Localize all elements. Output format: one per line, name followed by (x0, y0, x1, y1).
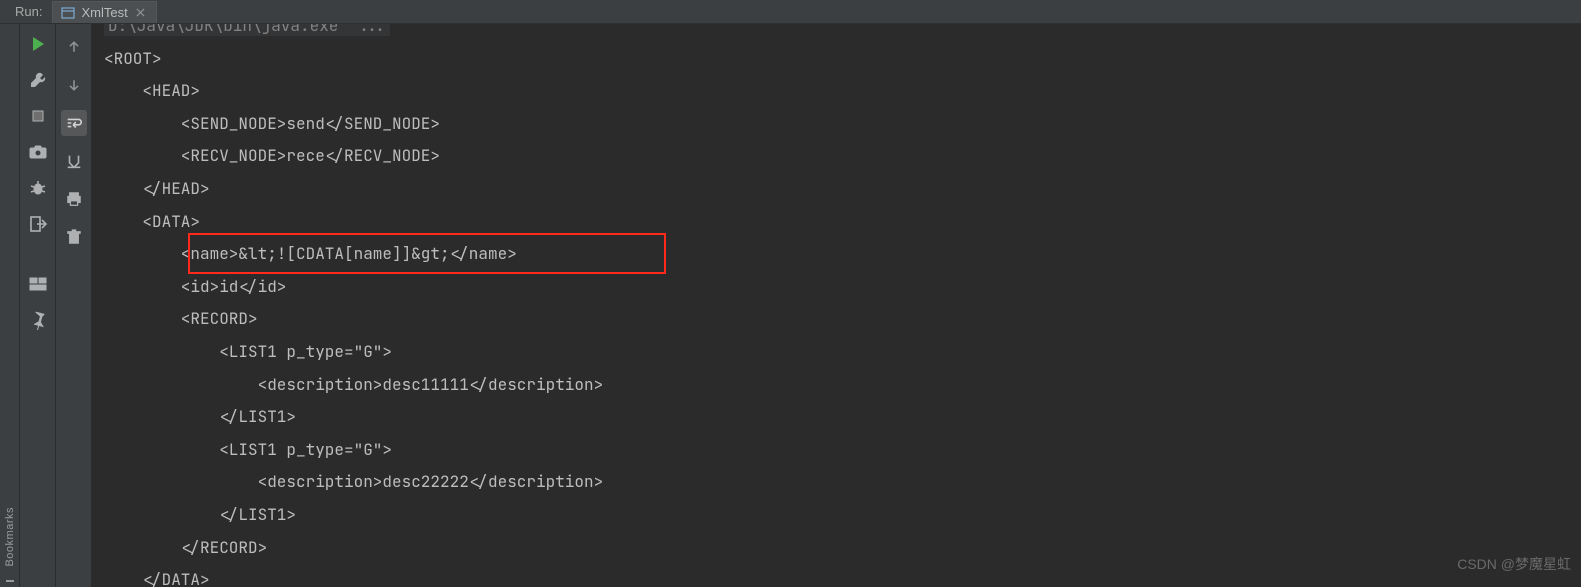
console-line: <RECV_NODE>rece</RECV_NODE> (104, 140, 1581, 173)
console-line: <id>id</id> (104, 271, 1581, 304)
console-line: <HEAD> (104, 75, 1581, 108)
bookmarks-label: Bookmarks (4, 507, 16, 567)
exit-icon[interactable] (28, 214, 48, 234)
console-line: <description>desc11111</description> (104, 369, 1581, 402)
console-line: </DATA> (104, 564, 1581, 587)
console-line: <LIST1 p_type="G"> (104, 336, 1581, 369)
stop-icon[interactable] (28, 106, 48, 126)
run-toolbar-primary (20, 24, 56, 587)
run-toolbar-secondary (56, 24, 92, 587)
console-line: </HEAD> (104, 173, 1581, 206)
run-label: Run: (0, 0, 52, 23)
console-line: </LIST1> (104, 499, 1581, 532)
watermark: CSDN @梦魔星虹 (1457, 548, 1571, 581)
console-line: <name>&lt;![CDATA[name]]&gt;</name> (104, 238, 1581, 271)
bug-icon[interactable] (28, 178, 48, 198)
console-line: </LIST1> (104, 401, 1581, 434)
console-line: <SEND_NODE>send</SEND_NODE> (104, 108, 1581, 141)
run-tab-label: XmlTest (81, 5, 127, 20)
console-line: <LIST1 p_type="G"> (104, 434, 1581, 467)
console-line: <RECORD> (104, 303, 1581, 336)
close-icon[interactable] (134, 6, 148, 20)
trash-icon[interactable] (61, 224, 87, 250)
console-line: <description>desc22222</description> (104, 466, 1581, 499)
wrench-icon[interactable] (28, 70, 48, 90)
application-icon (61, 6, 75, 20)
arrow-up-icon[interactable] (61, 34, 87, 60)
bookmarks-strip[interactable]: Bookmarks (0, 24, 20, 587)
console-line: <ROOT> (104, 43, 1581, 76)
console-output[interactable]: D:\Java\JDK\bin\java.exe ...<ROOT> <HEAD… (92, 24, 1581, 587)
run-tab-xmltest[interactable]: XmlTest (52, 1, 156, 23)
layout-icon[interactable] (28, 274, 48, 294)
console-line: </RECORD> (104, 532, 1581, 565)
console-line: D:\Java\JDK\bin\java.exe ... (104, 24, 1581, 43)
print-icon[interactable] (61, 186, 87, 212)
pin-icon[interactable] (28, 310, 48, 330)
console-line: <DATA> (104, 206, 1581, 239)
rerun-icon[interactable] (28, 34, 48, 54)
camera-icon[interactable] (28, 142, 48, 162)
arrow-down-icon[interactable] (61, 72, 87, 98)
scroll-to-end-icon[interactable] (61, 148, 87, 174)
collapse-icon[interactable] (5, 573, 15, 583)
soft-wrap-icon[interactable] (61, 110, 87, 136)
run-topbar: Run: XmlTest (0, 0, 1581, 24)
